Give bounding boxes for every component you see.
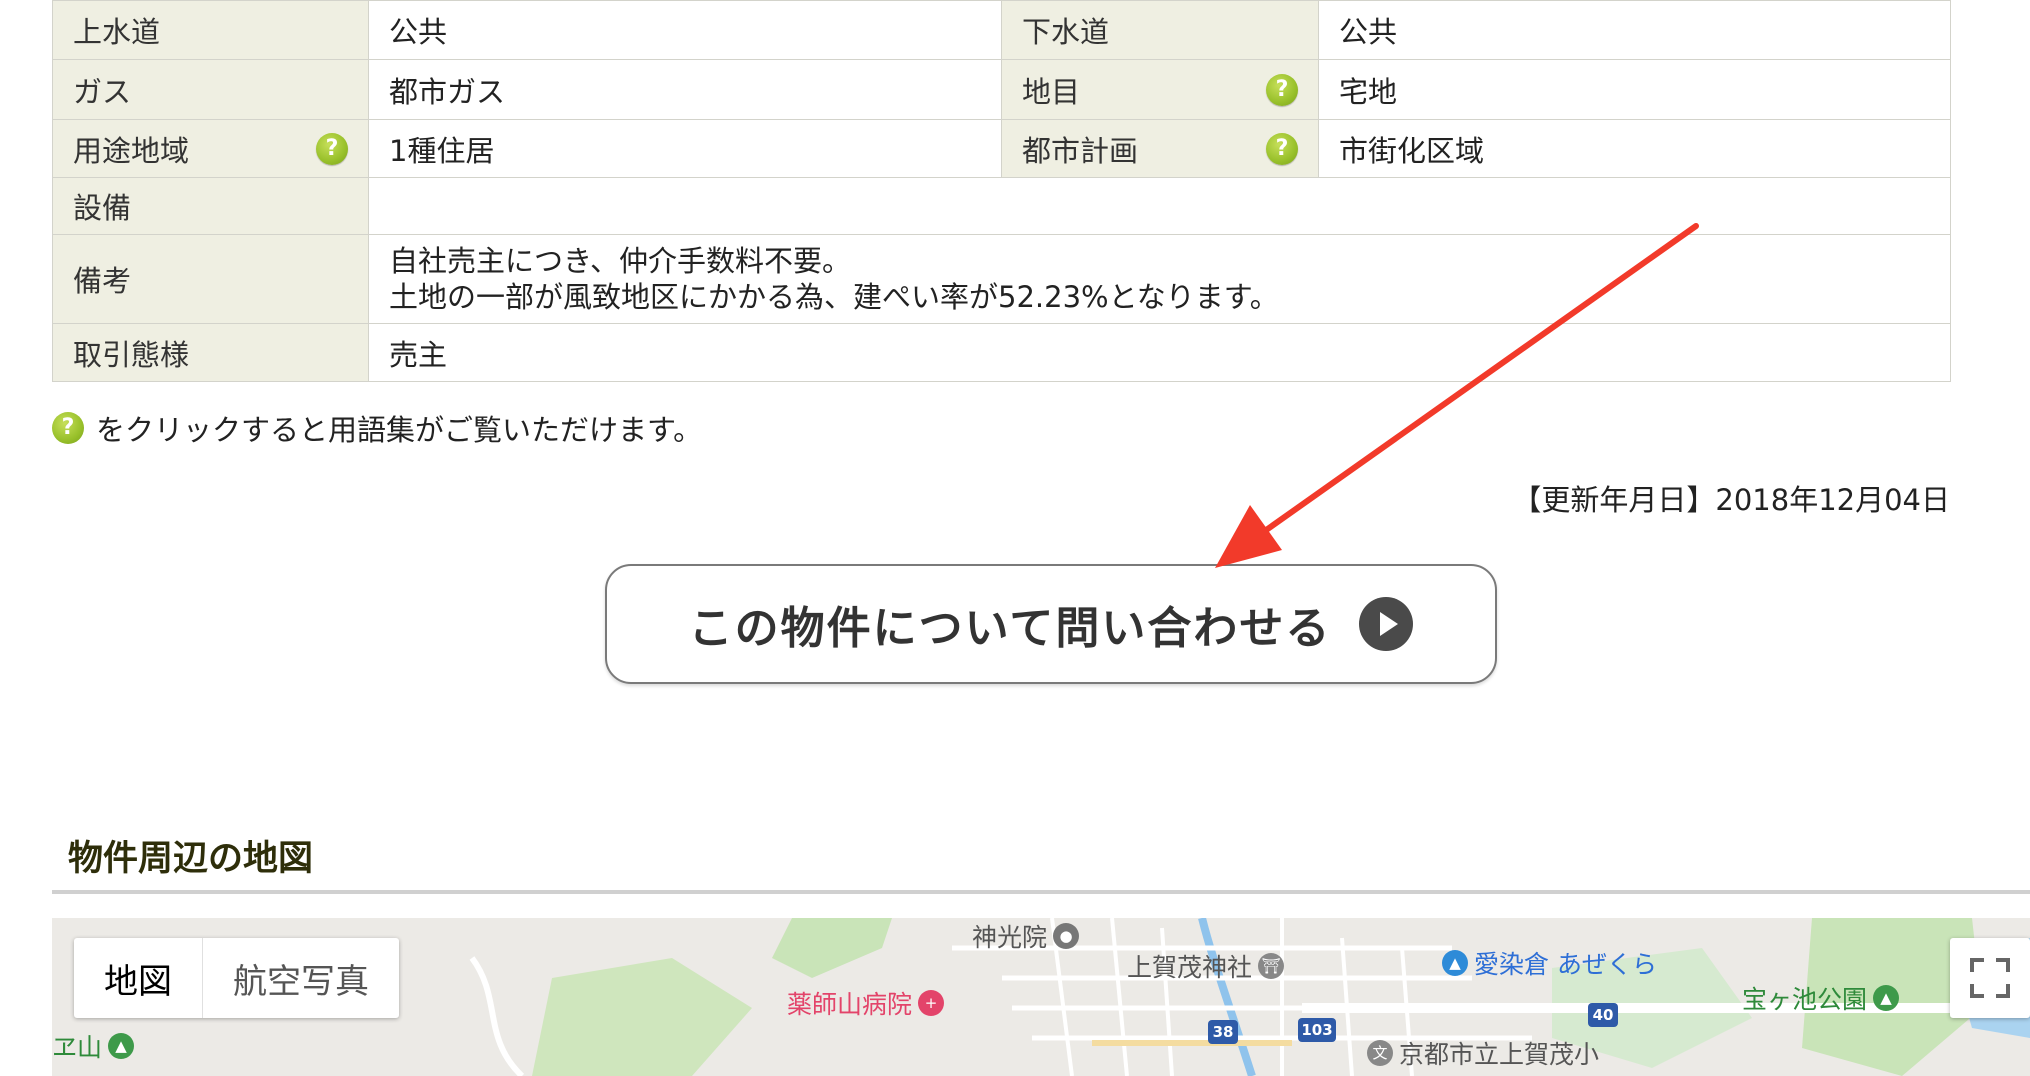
poi-label: 宝ヶ池公園 (1742, 985, 1868, 1014)
remarks-value: 自社売主につき、仲介手数料不要。 土地の一部が風致地区にかかる為、建ぺい率が52… (368, 234, 1951, 324)
poi-kamigamo-shrine[interactable]: 上賀茂神社 ⛩ (1127, 948, 1285, 984)
remarks-label: 備考 (52, 234, 369, 324)
park-pin-icon: ▲ (1873, 985, 1900, 1011)
sewer-value: 公共 (1318, 0, 1951, 60)
transaction-type-value: 売主 (368, 323, 1951, 382)
gas-value: 都市ガス (368, 59, 1002, 120)
sewer-label: 下水道 (1001, 0, 1319, 60)
land-category-value: 宅地 (1318, 59, 1951, 120)
poi-takaragaike-park[interactable]: 宝ヶ池公園 ▲ (1742, 980, 1900, 1016)
table-row: 用途地域 ? 1種住居 都市計画 ? 市街化区域 (52, 119, 1951, 178)
updated-date: 【更新年月日】2018年12月04日 (1512, 483, 1950, 517)
fullscreen-button[interactable] (1950, 938, 2030, 1018)
poi-aizenkura[interactable]: ▲ 愛染倉 あぜくら (1442, 945, 1657, 981)
place-pin-icon: ● (1053, 923, 1080, 949)
poi-mountain[interactable]: ヱ山 ▲ (52, 1028, 135, 1064)
help-icon[interactable]: ? (316, 132, 348, 165)
help-icon: ? (52, 412, 84, 444)
route-103-badge: 103 (1298, 1018, 1336, 1042)
property-spec-table: 上水道 公共 下水道 公共 ガス 都市ガス 地目 ? 宅地 用途地域 ? 1種住… (52, 0, 1951, 382)
play-arrow-icon (1359, 597, 1414, 651)
map-type-control: 地図 航空写真 (74, 938, 399, 1018)
school-pin-icon: 文 (1367, 1040, 1393, 1066)
remarks-line-1: 自社売主につき、仲介手数料不要。 (389, 244, 851, 278)
poi-school[interactable]: 文 京都市立上賀茂小 (1367, 1035, 1599, 1071)
city-planning-label-text: 都市計画 (1022, 133, 1139, 168)
poi-label: 薬師山病院 (787, 990, 913, 1019)
help-icon[interactable]: ? (1266, 132, 1298, 165)
table-row: 取引態様 売主 (52, 323, 1951, 382)
zoning-value: 1種住居 (368, 119, 1002, 178)
land-category-label-text: 地目 (1022, 74, 1081, 109)
route-38-badge: 38 (1208, 1020, 1238, 1044)
map-type-satellite-button[interactable]: 航空写真 (203, 938, 399, 1018)
water-supply-label: 上水道 (52, 0, 369, 60)
help-icon[interactable]: ? (1266, 73, 1298, 106)
poi-label: 愛染倉 あぜくら (1474, 950, 1657, 979)
table-row: ガス 都市ガス 地目 ? 宅地 (52, 59, 1951, 120)
poi-yakushiyama-hospital[interactable]: 薬師山病院 + (787, 985, 945, 1021)
poi-label: ヱ山 (52, 1033, 103, 1062)
map-section-title: 物件周辺の地図 (68, 839, 314, 879)
inquiry-button[interactable]: この物件について問い合わせる (605, 564, 1497, 684)
water-supply-value: 公共 (368, 0, 1002, 60)
glossary-note: ? をクリックすると用語集がご覧いただけます。 (52, 407, 702, 449)
city-planning-value: 市街化区域 (1318, 119, 1951, 178)
mountain-pin-icon: ▲ (108, 1033, 135, 1059)
transaction-type-label: 取引態様 (52, 323, 369, 382)
city-planning-label: 都市計画 ? (1001, 119, 1319, 178)
section-divider (52, 890, 2030, 894)
map-type-map-button[interactable]: 地図 (74, 938, 203, 1018)
equipment-label: 設備 (52, 177, 369, 235)
shrine-icon: ⛩ (1258, 953, 1285, 979)
route-40-badge: 40 (1588, 1003, 1618, 1027)
fullscreen-icon (1970, 958, 2010, 998)
poi-label: 京都市立上賀茂小 (1399, 1040, 1600, 1069)
land-category-label: 地目 ? (1001, 59, 1319, 120)
table-row: 設備 (52, 177, 1951, 235)
zoning-label: 用途地域 ? (52, 119, 369, 178)
remarks-line-2: 土地の一部が風致地区にかかる為、建ぺい率が52.23%となります。 (389, 280, 1279, 314)
table-row: 上水道 公共 下水道 公共 (52, 0, 1951, 60)
poi-label: 上賀茂神社 (1127, 953, 1253, 982)
hospital-pin-icon: + (918, 990, 945, 1016)
gas-label: ガス (52, 59, 369, 120)
equipment-value (368, 177, 1951, 235)
zoning-label-text: 用途地域 (73, 133, 190, 168)
museum-pin-icon: ▲ (1442, 950, 1468, 976)
inquiry-button-label: この物件について問い合わせる (688, 603, 1332, 654)
poi-label: 神光院 (972, 923, 1048, 952)
glossary-note-text: をクリックすると用語集がご覧いただけます。 (96, 413, 703, 447)
embedded-map[interactable]: 地図 航空写真 神光院 ● 上賀茂神社 ⛩ ▲ 愛染倉 あぜくら 薬師山病院 +… (52, 918, 2030, 1076)
poi-shinkoin[interactable]: 神光院 ● (972, 918, 1080, 954)
table-row: 備考 自社売主につき、仲介手数料不要。 土地の一部が風致地区にかかる為、建ぺい率… (52, 234, 1951, 324)
